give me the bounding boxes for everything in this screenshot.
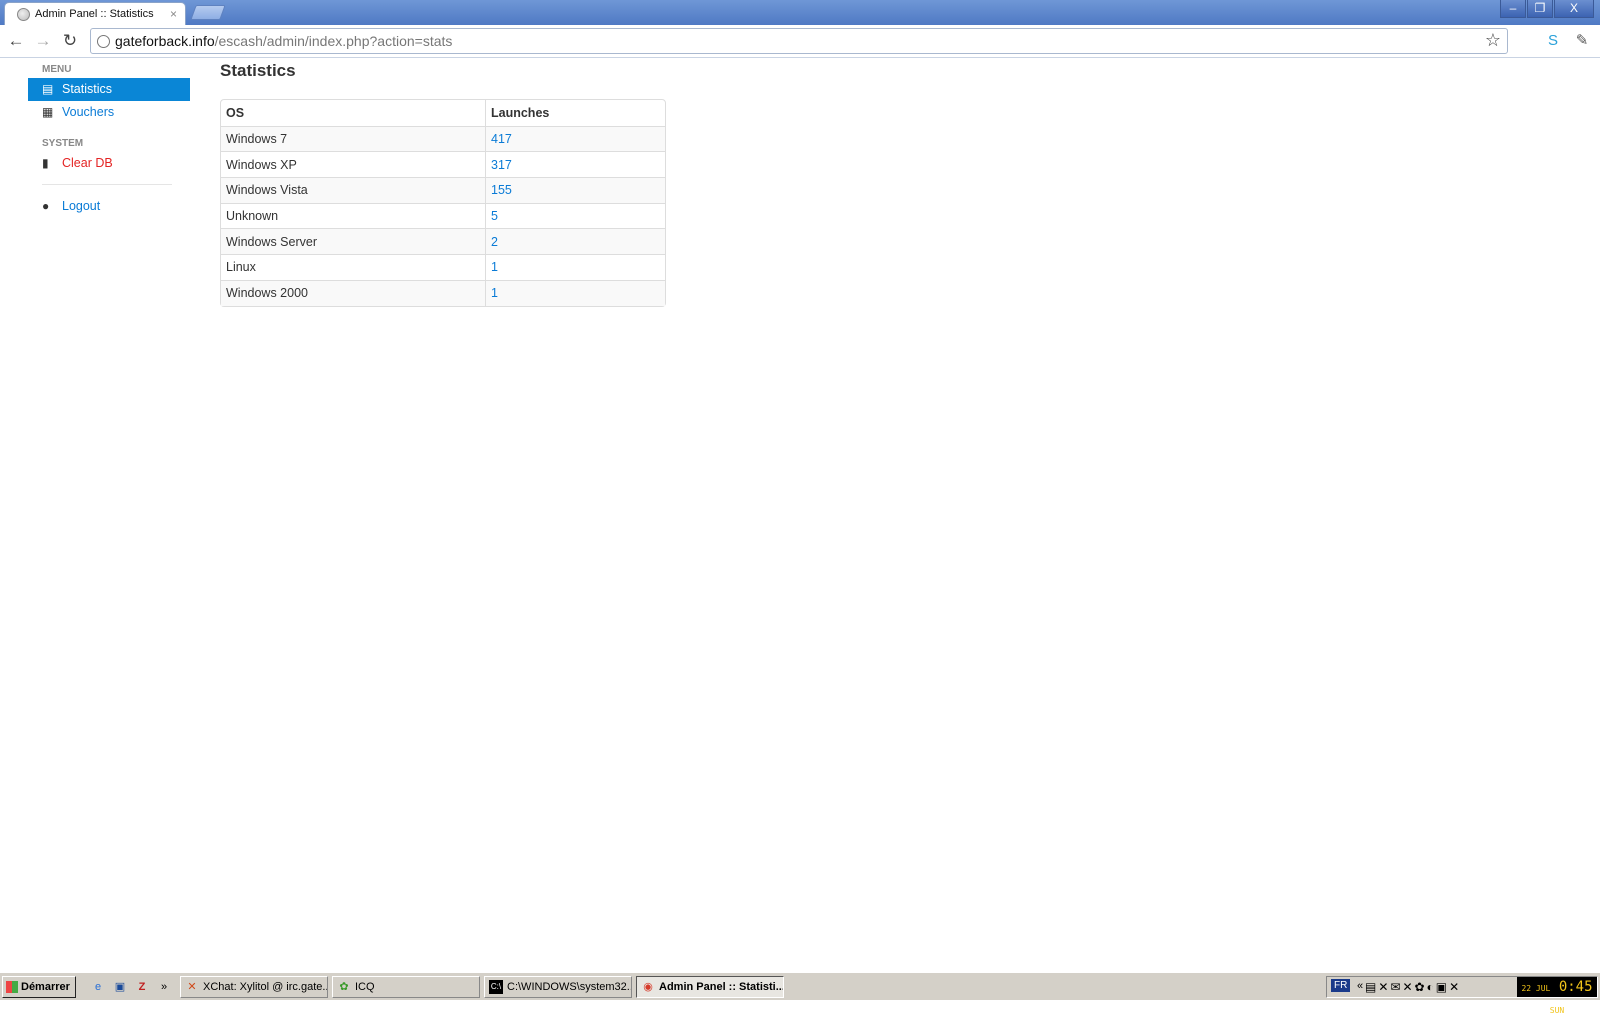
ie-quicklaunch-icon[interactable]: e <box>90 979 106 995</box>
table-row: Windows XP 317 <box>221 151 665 178</box>
taskbar-item-label: ICQ <box>355 981 375 993</box>
table-row: Windows Server 2 <box>221 228 665 255</box>
launches-link[interactable]: 5 <box>485 202 665 229</box>
os-cell: Unknown <box>221 202 485 229</box>
restore-button[interactable]: ❐ <box>1527 0 1553 18</box>
os-cell: Windows Server <box>221 228 485 255</box>
clock[interactable]: 22 JUL 0:45 SUN <box>1517 977 1597 1015</box>
sidebar-item-label: Clear DB <box>62 156 113 170</box>
table-row: Unknown 5 <box>221 202 665 229</box>
chrome-icon: ◉ <box>643 981 653 993</box>
filezilla-quicklaunch-icon[interactable]: Z <box>134 979 150 995</box>
table-row: Windows Vista 155 <box>221 177 665 203</box>
url-text: gateforback.info/escash/admin/index.php?… <box>115 33 452 49</box>
page-title: Statistics <box>220 61 296 80</box>
launches-link[interactable]: 1 <box>485 254 665 280</box>
minimize-button[interactable]: – <box>1500 0 1526 18</box>
taskbar-item-xchat[interactable]: ✕ XChat: Xylitol @ irc.gate... <box>180 976 328 998</box>
taskbar-item-icq[interactable]: ✿ ICQ <box>332 976 480 998</box>
taskbar-item-cmd[interactable]: C:\ C:\WINDOWS\system32... <box>484 976 632 998</box>
os-cell: Windows 2000 <box>221 279 485 306</box>
user-icon: ● <box>42 199 50 213</box>
sidebar-divider <box>42 184 172 185</box>
globe-icon <box>17 8 30 21</box>
browser-toolbar: ← → ↻ gateforback.info/escash/admin/inde… <box>0 25 1600 58</box>
page-info-icon[interactable] <box>97 35 110 48</box>
url-path: /escash/admin/index.php?action=stats <box>214 33 453 49</box>
browser-tab-active[interactable]: Admin Panel :: Statistics × <box>4 2 186 25</box>
taskbar-item-label: Admin Panel :: Statisti... <box>659 981 784 993</box>
main-content: Statistics OS Launches Windows 7 417 Wind… <box>220 58 666 307</box>
xchat-icon: ✕ <box>187 981 197 993</box>
launches-link[interactable]: 1 <box>485 279 665 306</box>
close-window-button[interactable]: X <box>1554 0 1594 18</box>
sidebar: MENU ▤ Statistics ▦ Vouchers SYSTEM ▮ Cl… <box>28 58 190 218</box>
back-arrow-icon[interactable]: ← <box>6 32 26 52</box>
menu-header: MENU <box>42 64 72 75</box>
tray-icons[interactable]: ▤✕✉✕✿◐▣✕ <box>1365 980 1461 994</box>
language-indicator[interactable]: FR <box>1331 979 1351 992</box>
clock-day: SUN <box>1549 1006 1565 1015</box>
tray-expand-icon[interactable]: « <box>1357 980 1363 992</box>
taskbar-item-label: C:\WINDOWS\system32... <box>507 981 632 993</box>
taskbar-item-label: XChat: Xylitol @ irc.gate... <box>203 981 328 993</box>
sidebar-item-vouchers[interactable]: ▦ Vouchers <box>28 101 190 124</box>
browser-titlebar: Admin Panel :: Statistics × – ❐ X <box>0 0 1600 25</box>
new-tab-button[interactable] <box>190 5 226 20</box>
start-label: Démarrer <box>21 981 70 993</box>
stats-table: OS Launches Windows 7 417 Windows XP 317 W… <box>220 99 666 307</box>
sidebar-item-statistics[interactable]: ▤ Statistics <box>28 78 190 101</box>
launches-link[interactable]: 2 <box>485 228 665 255</box>
tab-title: Admin Panel :: Statistics <box>35 8 154 20</box>
quicklaunch-chevron-icon[interactable]: » <box>156 979 172 995</box>
address-bar[interactable]: gateforback.info/escash/admin/index.php?… <box>90 28 1508 54</box>
launches-link[interactable]: 155 <box>485 177 665 203</box>
taskbar: Démarrer e ▣ Z » ✕ XChat: Xylitol @ irc.… <box>0 972 1600 1015</box>
sidebar-item-label: Logout <box>62 199 101 213</box>
wrench-icon[interactable]: ✎ <box>1572 31 1592 51</box>
table-header-row: OS Launches <box>221 100 665 126</box>
column-header-os: OS <box>226 105 245 120</box>
sidebar-item-clear-db[interactable]: ▮ Clear DB <box>28 152 190 175</box>
taskbar-item-chrome[interactable]: ◉ Admin Panel :: Statisti... <box>636 976 784 998</box>
bookmark-star-icon[interactable]: ☆ <box>1485 30 1501 51</box>
window-controls: – ❐ X <box>1499 0 1594 18</box>
gift-icon: ▦ <box>42 105 54 119</box>
sidebar-item-label: Vouchers <box>62 105 115 119</box>
desktop-quicklaunch-icon[interactable]: ▣ <box>112 979 128 995</box>
skype-extension-icon[interactable]: S <box>1543 31 1563 51</box>
trash-icon: ▮ <box>42 156 49 170</box>
table-row: Windows 7 417 <box>221 125 665 152</box>
column-header-launches: Launches <box>485 100 665 126</box>
table-row: Windows 2000 1 <box>221 279 665 306</box>
icq-flower-icon: ✿ <box>339 981 349 993</box>
os-cell: Linux <box>221 254 485 280</box>
forward-arrow-icon[interactable]: → <box>33 32 53 52</box>
windows-logo-icon <box>6 981 18 993</box>
clock-time: 0:45 <box>1558 979 1593 995</box>
url-host: gateforback.info <box>115 33 215 49</box>
launches-link[interactable]: 417 <box>485 125 665 152</box>
clock-date: 22 JUL <box>1521 984 1551 993</box>
close-tab-icon[interactable]: × <box>170 7 177 21</box>
os-cell: Windows Vista <box>221 177 485 203</box>
system-tray: FR « ▤✕✉✕✿◐▣✕ 22 JUL 0:45 SUN <box>1326 976 1598 1015</box>
os-cell: Windows 7 <box>221 125 485 152</box>
os-cell: Windows XP <box>221 151 485 177</box>
start-button[interactable]: Démarrer <box>2 976 76 998</box>
sidebar-item-label: Statistics <box>62 82 113 96</box>
launches-link[interactable]: 317 <box>485 151 665 178</box>
table-row: Linux 1 <box>221 254 665 280</box>
sidebar-item-logout[interactable]: ● Logout <box>28 195 190 218</box>
reload-icon[interactable]: ↻ <box>60 32 80 52</box>
cmd-icon: C:\ <box>489 980 503 994</box>
list-icon: ▤ <box>42 82 54 96</box>
system-header: SYSTEM <box>42 138 84 149</box>
